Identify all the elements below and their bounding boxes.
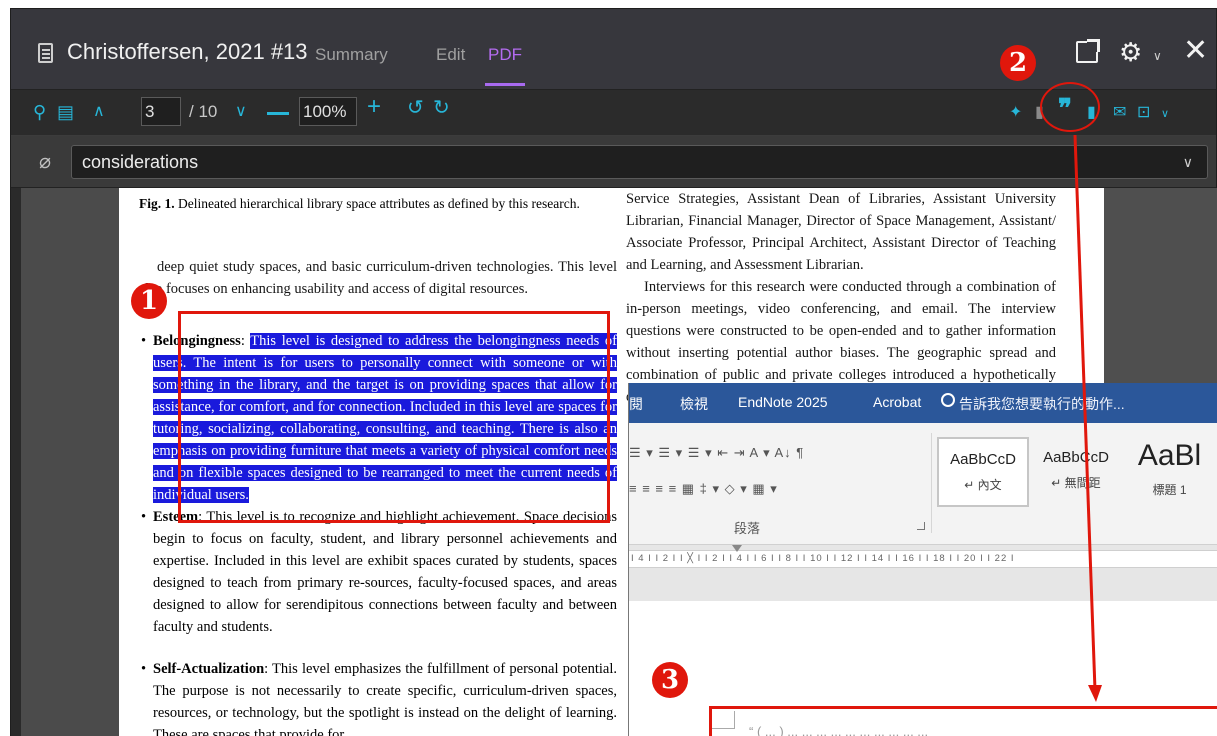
annotation-badge-1: 1 bbox=[131, 283, 167, 319]
tab-view[interactable]: 檢視 bbox=[680, 394, 708, 414]
tab-review[interactable]: 閱 bbox=[629, 394, 643, 414]
desktop: Christoffersen, 2021 #13 Summary Edit PD… bbox=[0, 0, 1217, 736]
chevron-down-icon[interactable]: ∨ bbox=[1153, 49, 1162, 63]
tab-summary[interactable]: Summary bbox=[315, 45, 388, 65]
export-icon[interactable]: ⊡ bbox=[1137, 102, 1150, 122]
open-external-icon[interactable] bbox=[1076, 39, 1100, 63]
style-heading-1[interactable]: AaBl 標題 1 bbox=[1121, 437, 1217, 507]
pasted-citation-preview: “ ( ... ) ... ... ... ... ... ... ... ..… bbox=[749, 724, 929, 736]
pdf-toolbar: ⚲ ▤ ∧ 3 / 10 ∨ 100% + ↺ ↻ ✦ ▮ ❞ ▮ ✉ ⊡ ∨ bbox=[11, 89, 1216, 135]
list-item-esteem: Esteem: This level is to recognize and h… bbox=[139, 506, 617, 638]
prev-page-icon[interactable]: ∧ bbox=[93, 100, 105, 124]
paragraph-tools-row2[interactable]: ≡ ≡ ≡ ≡ ▦ ‡ ▾ ◇ ▾ ▦ ▾ bbox=[629, 481, 778, 497]
style-normal[interactable]: AaBbCcD ↵ 內文 bbox=[937, 437, 1029, 507]
style-sample: AaBl bbox=[1137, 439, 1202, 472]
page-number-input[interactable]: 3 bbox=[141, 97, 181, 126]
annotation-badge-2: 2 bbox=[1000, 45, 1036, 81]
ruler-scale[interactable]: I 4 I I 2 I I ╳ I I 2 I I 4 I I 6 I I 8 … bbox=[629, 550, 1217, 568]
close-icon[interactable]: ✕ bbox=[1183, 33, 1208, 68]
paragraph-group-label: 段落 bbox=[734, 521, 761, 536]
pdf-search-value: considerations bbox=[82, 152, 199, 172]
annotation-badge-3: 3 bbox=[652, 662, 688, 698]
pdf-left-strip bbox=[11, 188, 21, 736]
dialog-launcher-icon[interactable] bbox=[917, 522, 925, 530]
chevron-down-icon[interactable]: ∨ bbox=[1183, 146, 1193, 178]
style-sample: AaBbCcD bbox=[1043, 449, 1109, 466]
annotation-box-1 bbox=[178, 311, 610, 523]
paragraph-tools-row1[interactable]: ☰ ▾ ☰ ▾ ☰ ▾ ⇤ ⇥ A ▾ A↓ ¶ bbox=[629, 445, 804, 461]
figure-caption-label: Fig. 1. bbox=[139, 196, 175, 211]
right-paragraph-1: Service Strategies, Assistant Dean of Li… bbox=[626, 191, 1056, 273]
style-name: ↵ 內文 bbox=[964, 478, 1002, 492]
next-page-icon[interactable]: ∨ bbox=[235, 100, 247, 124]
body-paragraph: deep quiet study spaces, and basic curri… bbox=[139, 259, 617, 297]
style-name: 標題 1 bbox=[1152, 483, 1187, 497]
chevron-down-icon[interactable]: ∨ bbox=[1161, 107, 1169, 120]
word-ribbon: ☰ ▾ ☰ ▾ ☰ ▾ ⇤ ⇥ A ▾ A↓ ¶ ≡ ≡ ≡ ≡ ▦ ‡ ▾ ◇… bbox=[629, 423, 1217, 545]
tab-edit[interactable]: Edit bbox=[436, 45, 465, 65]
rotate-left-icon[interactable]: ↺ bbox=[407, 96, 424, 120]
zoom-input[interactable]: 100% bbox=[299, 97, 357, 126]
ribbon-divider bbox=[931, 433, 932, 533]
annotation-ring-quote bbox=[1040, 82, 1100, 132]
word-window: 閱 檢視 EndNote 2025 Acrobat 告訴我您想要執行的動作...… bbox=[628, 383, 1217, 736]
search-icon[interactable]: ⚲ bbox=[33, 100, 46, 124]
tab-endnote[interactable]: EndNote 2025 bbox=[738, 394, 828, 410]
word-ribbon-tabs: 閱 檢視 EndNote 2025 Acrobat 告訴我您想要執行的動作... bbox=[629, 383, 1217, 423]
style-no-spacing[interactable]: AaBbCcD ↵ 無間距 bbox=[1033, 437, 1119, 507]
figure-caption: Fig. 1. Delineated hierarchical library … bbox=[139, 194, 617, 214]
gear-icon[interactable]: ⚙ bbox=[1119, 37, 1142, 68]
right-column: Service Strategies, Assistant Dean of Li… bbox=[626, 188, 1056, 408]
reference-icon bbox=[38, 43, 53, 63]
word-ruler: I 4 I I 2 I I ╳ I I 2 I I 4 I I 6 I I 8 … bbox=[629, 545, 1217, 601]
tab-pdf[interactable]: PDF bbox=[488, 45, 522, 65]
self-actualization-label: Self-Actualization bbox=[153, 661, 265, 677]
style-sample: AaBbCcD bbox=[950, 451, 1016, 468]
reference-titlebar: Christoffersen, 2021 #13 Summary Edit PD… bbox=[11, 9, 1216, 89]
mail-icon[interactable]: ✉ bbox=[1113, 102, 1126, 122]
figure-caption-text: Delineated hierarchical library space at… bbox=[174, 196, 580, 211]
sparkle-icon[interactable]: ✦ bbox=[1009, 102, 1022, 122]
indent-marker[interactable] bbox=[732, 545, 742, 552]
zoom-in-icon[interactable]: + bbox=[367, 95, 381, 119]
page-total: / 10 bbox=[189, 102, 218, 121]
paperclip-icon[interactable]: ⌀ bbox=[39, 149, 51, 174]
pdf-search-field[interactable]: considerations ∨ bbox=[71, 145, 1208, 179]
esteem-text: : This level is to recognize and highlig… bbox=[153, 509, 617, 635]
lightbulb-icon bbox=[941, 393, 955, 407]
style-name: ↵ 無間距 bbox=[1051, 476, 1101, 490]
zoom-out-icon[interactable] bbox=[267, 112, 289, 115]
tab-acrobat[interactable]: Acrobat bbox=[873, 394, 921, 410]
tell-me-box[interactable]: 告訴我您想要執行的動作... bbox=[959, 394, 1125, 414]
list-item-self-actualization: Self-Actualization: This level emphasize… bbox=[139, 658, 617, 736]
active-tab-indicator bbox=[485, 83, 525, 86]
reference-title: Christoffersen, 2021 #13 bbox=[67, 39, 308, 64]
annotation-icon[interactable]: ▤ bbox=[57, 100, 74, 124]
pdf-search-bar: ⌀ considerations ∨ bbox=[11, 136, 1216, 188]
rotate-right-icon[interactable]: ↻ bbox=[433, 96, 450, 120]
